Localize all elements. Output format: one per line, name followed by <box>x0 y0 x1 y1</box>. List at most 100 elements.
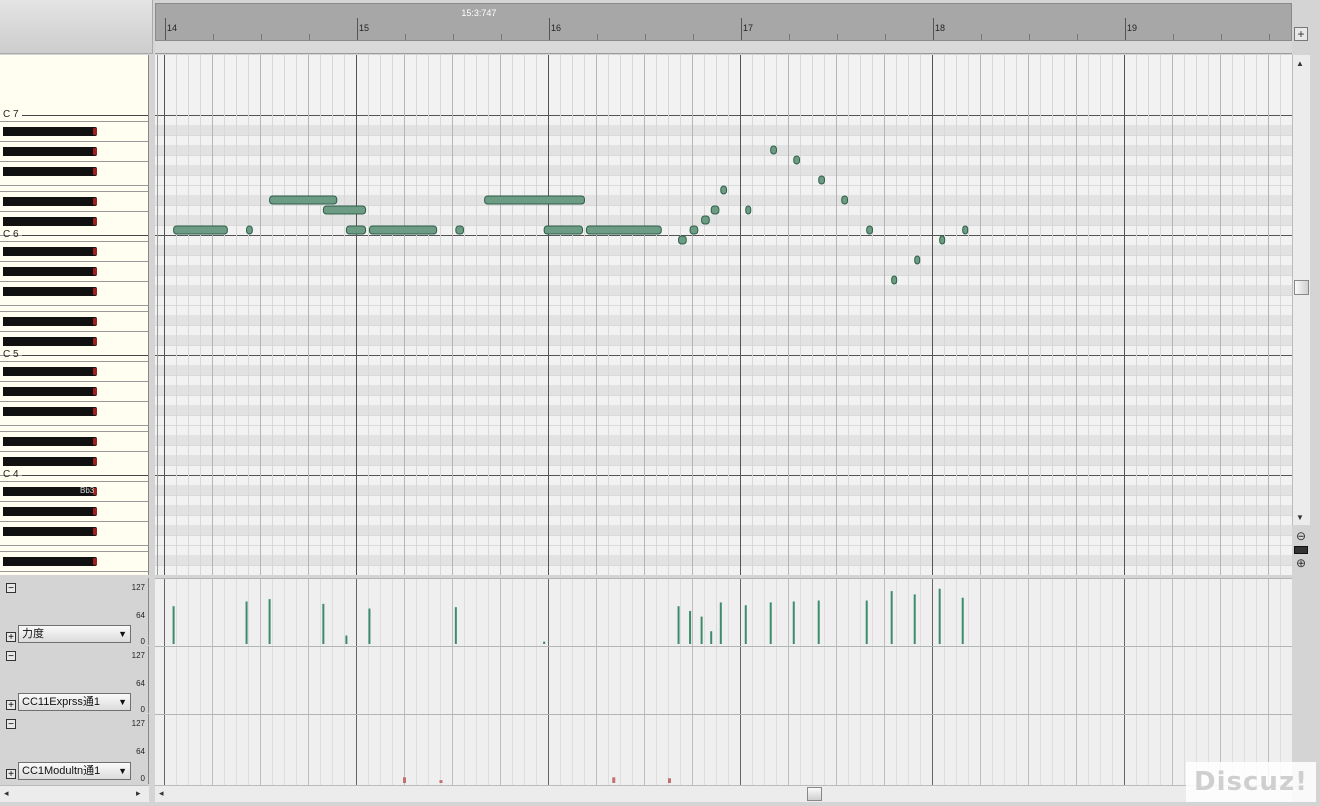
horizontal-scroll-thumb[interactable] <box>807 787 822 801</box>
scroll-down-arrow-icon[interactable]: ▼ <box>1296 513 1304 522</box>
note-grid[interactable] <box>155 55 1292 575</box>
midi-note[interactable] <box>345 225 367 235</box>
velocity-bar[interactable] <box>792 601 795 644</box>
velocity-bar[interactable] <box>913 594 916 644</box>
cc-point[interactable] <box>439 780 443 783</box>
scroll-left-arrow-icon[interactable]: ◂ <box>159 788 164 799</box>
midi-note[interactable] <box>678 235 687 245</box>
black-key[interactable] <box>3 507 97 516</box>
velocity-bar[interactable] <box>865 600 868 644</box>
collapse-lane-button[interactable]: − <box>6 719 16 730</box>
midi-note[interactable] <box>745 205 752 215</box>
velocity-bar[interactable] <box>268 599 271 644</box>
midi-note[interactable] <box>368 225 438 235</box>
scroll-right-arrow-icon[interactable]: ▸ <box>136 788 141 799</box>
midi-note[interactable] <box>891 275 898 285</box>
cc-point[interactable] <box>667 778 671 783</box>
black-key[interactable] <box>3 167 97 176</box>
velocity-bar[interactable] <box>700 616 703 644</box>
midi-note[interactable] <box>173 225 228 235</box>
midi-note[interactable] <box>770 145 777 155</box>
midi-note[interactable] <box>585 225 662 235</box>
midi-note[interactable] <box>701 215 710 225</box>
midi-note[interactable] <box>269 195 338 205</box>
cc-lane-select[interactable]: CC1Modultn通1 ▼ <box>18 762 131 780</box>
velocity-bar[interactable] <box>454 607 457 644</box>
velocity-bar[interactable] <box>172 606 175 644</box>
velocity-bar[interactable] <box>744 605 747 644</box>
black-key[interactable] <box>3 217 97 226</box>
vertical-scrollbar[interactable]: ▲ ▼ <box>1292 55 1310 525</box>
collapse-lane-button[interactable]: − <box>6 651 16 662</box>
midi-note[interactable] <box>543 225 584 235</box>
velocity-bar[interactable] <box>710 631 713 644</box>
timeline-ruler[interactable]: 15:3:747 14 15 16 17 18 19 <box>155 3 1292 41</box>
midi-note[interactable] <box>455 225 465 235</box>
zoom-slider[interactable] <box>1294 546 1308 554</box>
scroll-left-arrow-icon[interactable]: ◂ <box>4 788 9 799</box>
velocity-bar[interactable] <box>890 591 893 644</box>
midi-note[interactable] <box>484 195 585 205</box>
black-key[interactable] <box>3 387 97 396</box>
black-key[interactable] <box>3 457 97 466</box>
timeline-marker-strip[interactable] <box>155 41 1292 54</box>
black-key[interactable] <box>3 337 97 346</box>
add-lane-button[interactable]: + <box>6 632 16 643</box>
velocity-bar[interactable] <box>345 635 348 644</box>
piano-roll-canvas[interactable] <box>155 55 1292 575</box>
midi-note[interactable] <box>246 225 253 235</box>
velocity-bar[interactable] <box>677 606 680 644</box>
black-key[interactable] <box>3 317 97 326</box>
velocity-bar[interactable] <box>769 602 772 644</box>
velocity-lane[interactable] <box>155 578 1292 646</box>
midi-note[interactable] <box>793 155 801 165</box>
black-key[interactable] <box>3 147 97 156</box>
zoom-out-icon[interactable]: ⊖ <box>1294 529 1308 543</box>
midi-note[interactable] <box>841 195 849 205</box>
midi-note[interactable] <box>939 235 946 245</box>
midi-note[interactable] <box>914 255 921 265</box>
cc-point[interactable] <box>403 777 406 783</box>
zoom-in-icon[interactable]: ⊕ <box>1294 556 1308 570</box>
piano-keyboard[interactable]: C 7 C 6 C 5 C 4 Bb3 <box>0 55 149 575</box>
black-key[interactable] <box>3 197 97 206</box>
cc-lane-select[interactable]: CC11Exprss通1 ▼ <box>18 693 131 711</box>
velocity-bar[interactable] <box>689 610 692 644</box>
black-key[interactable] <box>3 407 97 416</box>
midi-note[interactable] <box>689 225 699 235</box>
horizontal-scrollbar[interactable]: ◂ <box>155 785 1292 802</box>
black-key[interactable] <box>3 127 97 136</box>
velocity-bar[interactable] <box>245 601 248 644</box>
midi-note[interactable] <box>710 205 720 215</box>
velocity-bar[interactable] <box>817 600 820 644</box>
cc1-lane[interactable] <box>155 714 1292 785</box>
cc11-lane[interactable] <box>155 646 1292 714</box>
midi-note[interactable] <box>818 175 825 185</box>
scroll-up-arrow-icon[interactable]: ▲ <box>1296 59 1304 68</box>
velocity-bar[interactable] <box>322 603 325 644</box>
midi-note[interactable] <box>322 205 367 215</box>
velocity-bar[interactable] <box>368 608 371 644</box>
collapse-lane-button[interactable]: − <box>6 583 16 594</box>
velocity-bar[interactable] <box>961 597 964 644</box>
black-key[interactable] <box>3 267 97 276</box>
expand-button[interactable]: + <box>1294 27 1308 41</box>
add-lane-button[interactable]: + <box>6 769 16 780</box>
add-lane-button[interactable]: + <box>6 700 16 711</box>
black-key[interactable] <box>3 247 97 256</box>
velocity-bar[interactable] <box>719 602 722 644</box>
black-key[interactable] <box>3 527 97 536</box>
velocity-bar[interactable] <box>543 641 546 644</box>
cc-lane-select[interactable]: 力度 ▼ <box>18 625 131 643</box>
vertical-scroll-thumb[interactable] <box>1294 280 1309 295</box>
black-key[interactable] <box>3 557 97 566</box>
midi-note[interactable] <box>962 225 969 235</box>
velocity-bar[interactable] <box>938 588 941 644</box>
cc-point[interactable] <box>612 777 616 783</box>
black-key[interactable] <box>3 287 97 296</box>
black-key[interactable] <box>3 367 97 376</box>
midi-note[interactable] <box>720 185 728 195</box>
midi-note[interactable] <box>866 225 873 235</box>
black-key[interactable] <box>3 437 97 446</box>
keyboard-horizontal-scrollbar[interactable]: ◂ ▸ <box>0 785 149 802</box>
